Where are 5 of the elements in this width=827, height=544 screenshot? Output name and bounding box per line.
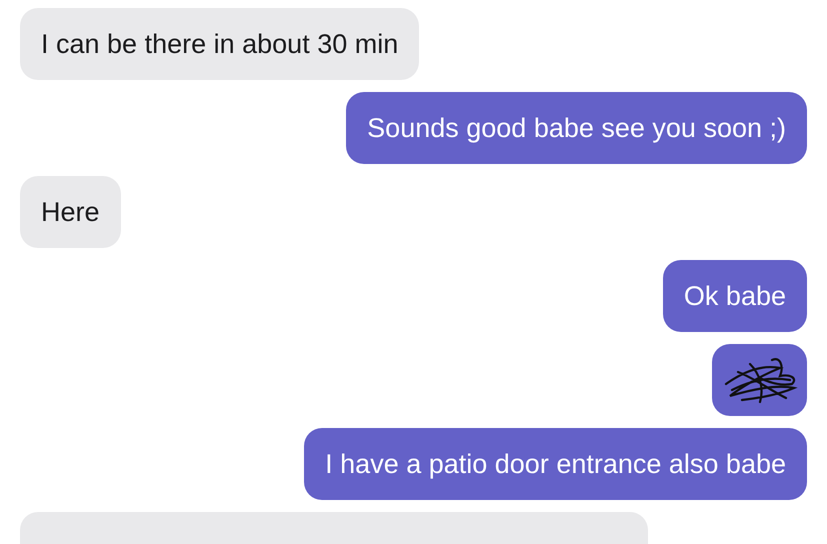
message-bubble: I can be there in about 30 min — [20, 8, 420, 80]
message-bubble: I have a patio door entrance also babe — [304, 428, 807, 500]
message-bubble: Sounds good babe see you soon ;) — [346, 92, 807, 164]
message-bubble: Here — [20, 176, 121, 248]
message-bubble: Ok babe — [662, 260, 807, 332]
